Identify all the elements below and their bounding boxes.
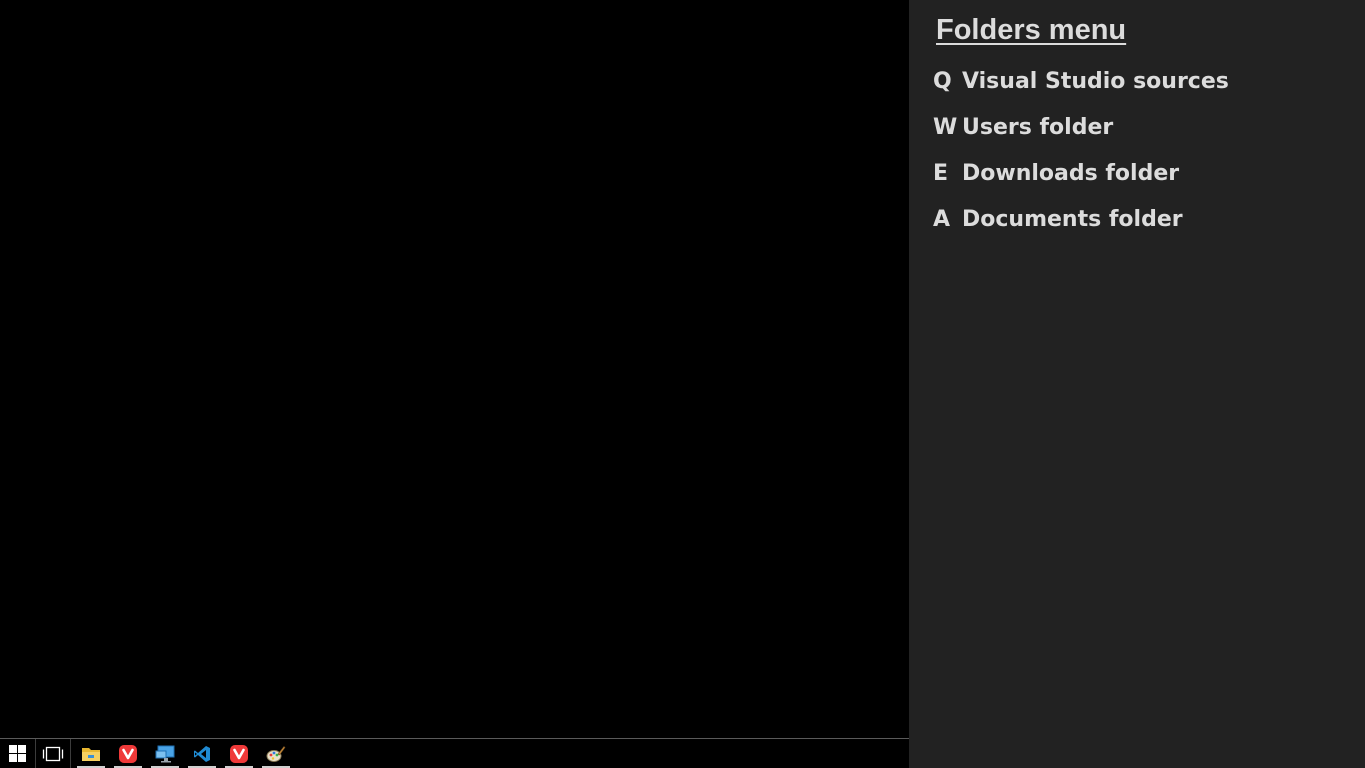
file-explorer-icon	[82, 747, 100, 761]
task-view-button[interactable]	[36, 739, 70, 768]
task-view-icon	[42, 746, 64, 761]
taskbar-app-paint[interactable]	[259, 739, 293, 768]
folders-menu-panel: Folders menu Q Visual Studio sources W U…	[909, 0, 1365, 768]
menu-item-key: E	[933, 160, 949, 186]
vivaldi-icon	[230, 744, 248, 763]
paint-icon	[266, 745, 286, 762]
taskbar	[0, 738, 909, 768]
start-button[interactable]	[0, 739, 34, 768]
menu-item-users-folder[interactable]: W Users folder	[933, 109, 1113, 145]
vivaldi-icon	[119, 744, 137, 763]
desktop-background	[0, 0, 909, 738]
menu-title: Folders menu	[936, 14, 1127, 46]
menu-item-key: W	[933, 114, 958, 140]
taskbar-app-vivaldi-2[interactable]	[222, 739, 256, 768]
taskbar-app-vivaldi[interactable]	[111, 739, 145, 768]
menu-item-visual-studio-sources[interactable]: Q Visual Studio sources	[933, 63, 1229, 99]
menu-item-key: A	[933, 206, 951, 232]
menu-item-label: Documents folder	[962, 206, 1183, 232]
windows-start-icon	[8, 745, 26, 762]
remote-desktop-icon	[155, 745, 175, 762]
menu-item-label: Users folder	[962, 114, 1114, 140]
taskbar-app-remote-desktop[interactable]	[148, 739, 182, 768]
taskbar-separator	[70, 739, 71, 768]
menu-item-downloads-folder[interactable]: E Downloads folder	[933, 155, 1179, 191]
menu-item-key: Q	[933, 68, 952, 94]
vscode-icon	[194, 745, 210, 762]
menu-item-label: Visual Studio sources	[962, 68, 1229, 94]
menu-item-documents-folder[interactable]: A Documents folder	[933, 201, 1183, 237]
menu-item-label: Downloads folder	[962, 160, 1180, 186]
taskbar-app-vscode[interactable]	[185, 739, 219, 768]
taskbar-app-file-explorer[interactable]	[74, 739, 108, 768]
